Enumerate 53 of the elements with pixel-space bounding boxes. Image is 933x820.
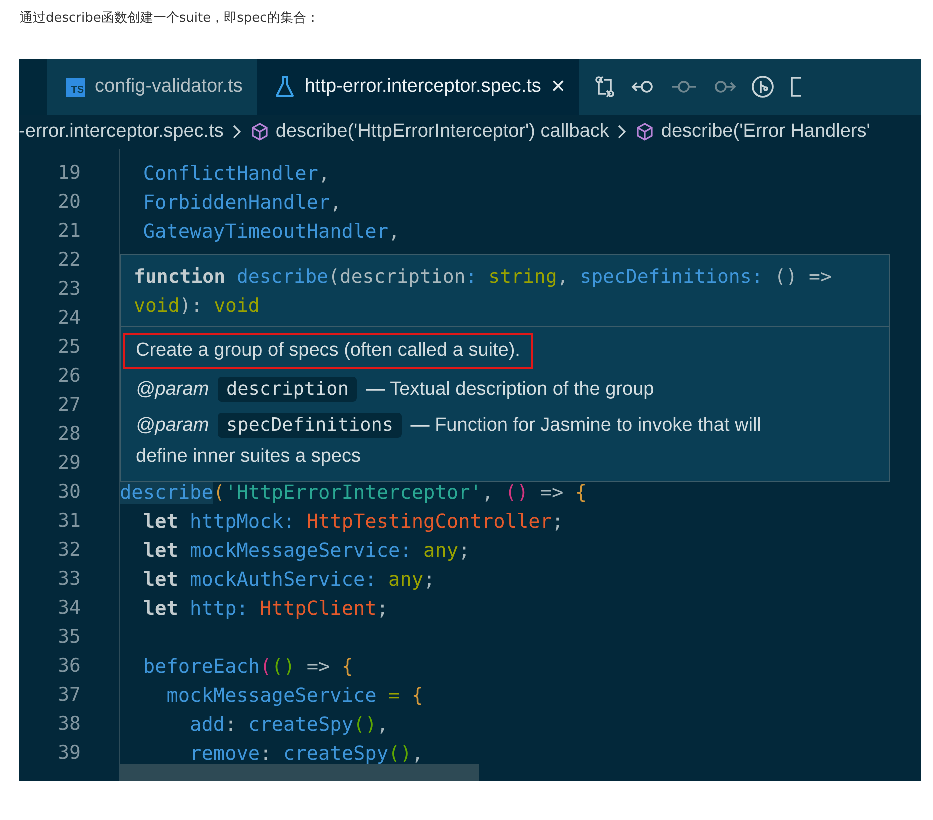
line-number: 32 xyxy=(57,538,82,563)
param-text: @param description — Textual description of the group xyxy=(136,376,656,404)
caption-text: 通过describe函数创建一个suite，即spec的集合： xyxy=(19,10,320,28)
line-number: 31 xyxy=(57,509,82,534)
cube-icon xyxy=(250,122,270,142)
code-line: describe('HttpErrorInterceptor', () => { xyxy=(120,481,588,504)
line-number: 26 xyxy=(57,364,82,389)
code-line: remove: createSpy(), xyxy=(189,742,424,765)
line-number: 29 xyxy=(57,451,82,476)
line-number: 35 xyxy=(57,625,82,650)
line-number: 21 xyxy=(57,219,82,244)
line-number: 20 xyxy=(57,190,82,215)
breadcrumb-item[interactable]: describe('Error Handlers' xyxy=(661,121,870,143)
code-line: GatewayTimeoutHandler, xyxy=(142,220,400,243)
code-line: let httpMock: HttpTestingController; xyxy=(142,510,564,533)
code-line: let mockMessageService: any; xyxy=(142,539,470,562)
line-number: 25 xyxy=(57,335,82,360)
code-line: ForbiddenHandler, xyxy=(142,191,342,214)
chevron-icon xyxy=(617,124,628,140)
line-number: 24 xyxy=(57,306,82,331)
close-icon[interactable]: × xyxy=(551,73,566,101)
line-number: 28 xyxy=(57,422,82,447)
line-number: 23 xyxy=(57,277,82,302)
param-text: @param specDefinitions — Function for Jasmine to invoke that will define inner suites a specs xyxy=(136,412,762,469)
description-text: Create a group of specs (often called a suite). xyxy=(123,333,534,369)
line-number: 33 xyxy=(57,567,82,592)
signature-line: function describe(description: string, specDefinitions: () => xyxy=(134,265,833,290)
line-number: 27 xyxy=(57,393,82,418)
line-number: 36 xyxy=(57,654,82,679)
editor-tab[interactable]: TS config-validator.ts xyxy=(47,59,257,115)
code-line: ConflictHandler, xyxy=(142,162,330,185)
code-line: mockMessageService = { xyxy=(166,684,424,707)
line-number: 39 xyxy=(57,741,82,766)
breadcrumb-item[interactable]: -error.interceptor.spec.ts xyxy=(19,121,224,143)
code-line: let http: HttpClient; xyxy=(142,597,389,620)
cube-icon xyxy=(635,122,656,142)
compare-changes-icon[interactable] xyxy=(593,75,618,99)
line-number: 19 xyxy=(57,161,82,186)
typescript-file-icon: TS xyxy=(66,78,85,96)
signature-line: void): void xyxy=(134,294,261,319)
line-number: 34 xyxy=(57,596,82,621)
flask-icon xyxy=(274,75,295,99)
line-number: 22 xyxy=(57,248,82,273)
code-line: beforeEach(() => { xyxy=(142,655,354,678)
line-number: 38 xyxy=(57,712,82,737)
code-line: let mockAuthService: any; xyxy=(142,568,436,591)
line-number: 30 xyxy=(57,480,82,505)
breadcrumb-item[interactable]: describe('HttpErrorInterceptor') callback xyxy=(276,121,610,143)
split-editor-icon[interactable] xyxy=(789,75,802,99)
git-graph-icon[interactable] xyxy=(751,75,776,99)
chevron-icon xyxy=(232,124,242,140)
code-line: add: createSpy(), xyxy=(189,713,389,736)
line-number: 37 xyxy=(57,683,82,708)
